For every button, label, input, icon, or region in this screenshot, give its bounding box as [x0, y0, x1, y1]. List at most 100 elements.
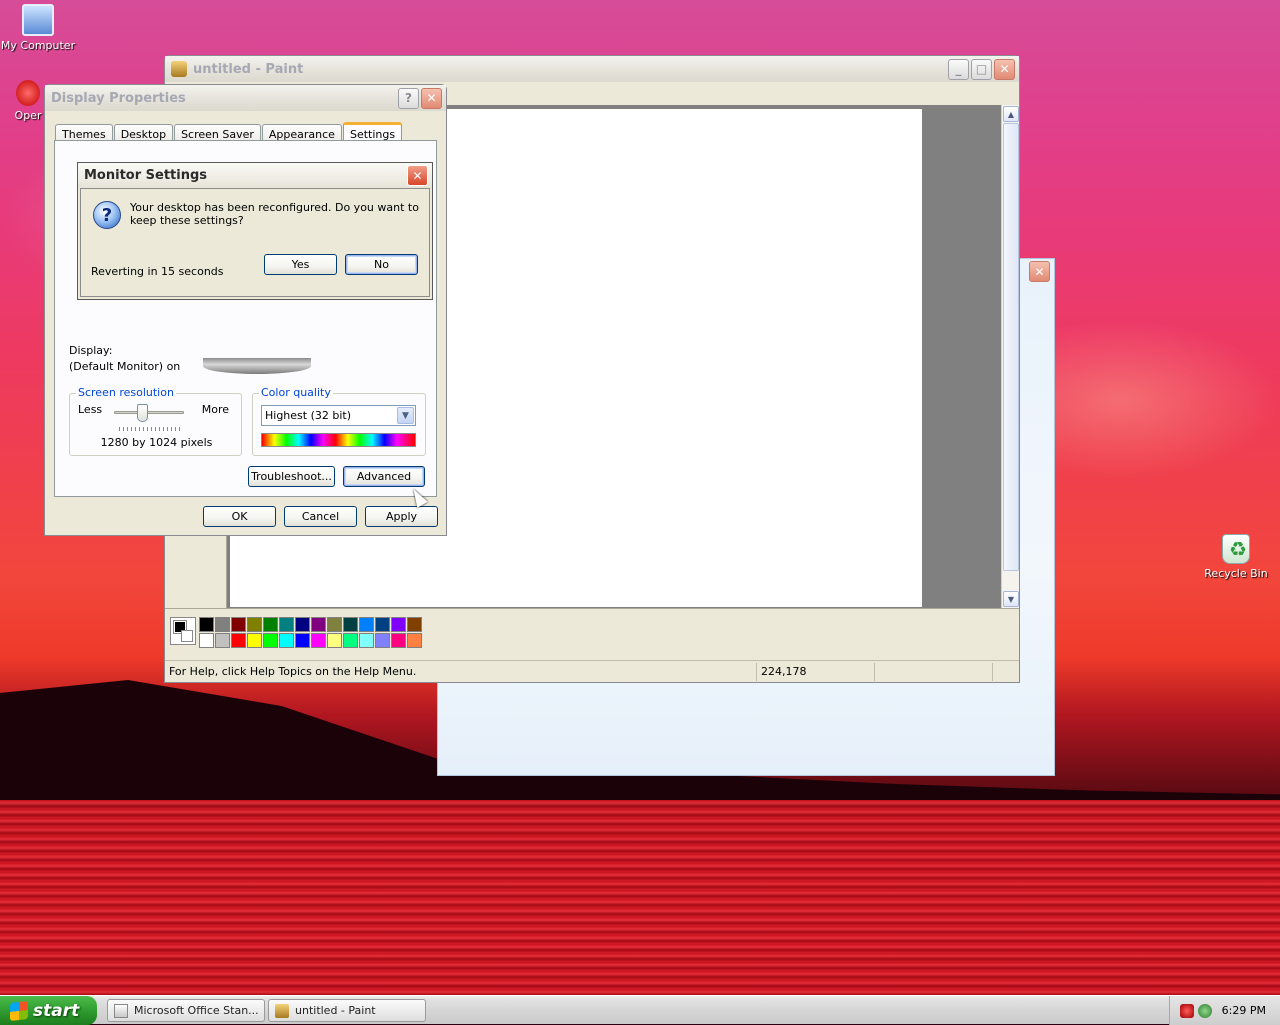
color-quality-group: Color quality Highest (32 bit) ▼ [252, 386, 426, 456]
network-icon[interactable] [1198, 1003, 1212, 1018]
window-title: Display Properties [51, 90, 186, 106]
desktop-icon-label: Oper [14, 109, 42, 122]
color-swatch[interactable] [263, 633, 278, 648]
recycle-bin-icon [1222, 534, 1250, 564]
computer-icon [22, 4, 54, 36]
taskbar-item-label: untitled - Paint [295, 1004, 376, 1017]
security-shield-icon[interactable] [1180, 1003, 1194, 1018]
color-swatch[interactable] [407, 617, 422, 632]
paint-titlebar[interactable]: untitled - Paint _ □ ✕ [165, 56, 1019, 82]
color-swatch[interactable] [247, 617, 262, 632]
color-swatch[interactable] [295, 617, 310, 632]
taskbar-item-label: Microsoft Office Stan... [134, 1004, 259, 1017]
dialog-body: ? Your desktop has been reconfigured. Do… [80, 188, 430, 297]
desktop-icon-label: Recycle Bin [1204, 567, 1268, 580]
scroll-down-button[interactable]: ▼ [1003, 591, 1019, 607]
chevron-down-icon[interactable]: ▼ [397, 407, 414, 424]
windows-logo-icon [10, 1000, 28, 1021]
color-swatch[interactable] [199, 633, 214, 648]
scroll-up-button[interactable]: ▲ [1003, 106, 1019, 122]
display-label: Display: [69, 344, 113, 357]
color-swatch[interactable] [391, 617, 406, 632]
status-help-text: For Help, click Help Topics on the Help … [165, 662, 757, 681]
color-swatch[interactable] [215, 633, 230, 648]
screen-resolution-label: Screen resolution [76, 386, 176, 399]
window-title: untitled - Paint [193, 61, 304, 77]
slider-ticks [119, 427, 183, 431]
resolution-slider-track[interactable] [114, 411, 184, 414]
minimize-icon: _ [955, 62, 962, 76]
color-swatch[interactable] [279, 617, 294, 632]
resolution-less-label: Less [78, 403, 103, 416]
color-swatch[interactable] [215, 617, 230, 632]
desktop-icon-recycle-bin[interactable]: Recycle Bin [1198, 534, 1274, 580]
color-swatch[interactable] [231, 633, 246, 648]
color-swatch[interactable] [279, 633, 294, 648]
close-button[interactable]: ✕ [994, 58, 1015, 80]
vertical-scrollbar[interactable]: ▲ ▼ [1001, 105, 1019, 608]
color-swatch[interactable] [247, 633, 262, 648]
desktop-icon-label: My Computer [0, 39, 76, 52]
status-size [875, 662, 993, 681]
help-button[interactable]: ? [398, 87, 419, 109]
status-bar: For Help, click Help Topics on the Help … [165, 660, 1019, 682]
desktop-icon-my-computer[interactable]: My Computer [0, 4, 76, 52]
ok-button[interactable]: OK [203, 506, 276, 527]
resolution-more-label: More [201, 403, 229, 416]
system-tray: 6:29 PM [1169, 996, 1280, 1025]
color-swatch[interactable] [327, 633, 342, 648]
yes-button[interactable]: Yes [264, 254, 337, 275]
color-swatch[interactable] [375, 617, 390, 632]
office-icon [114, 1003, 128, 1018]
paint-app-icon [171, 61, 187, 77]
swatch-grid [199, 617, 423, 649]
advanced-button[interactable]: Advanced [343, 466, 425, 487]
scroll-thumb[interactable] [1003, 123, 1019, 571]
maximize-button[interactable]: □ [971, 58, 992, 80]
close-button[interactable]: ✕ [407, 165, 428, 186]
color-swatch[interactable] [343, 633, 358, 648]
current-colors[interactable] [170, 617, 196, 645]
no-button[interactable]: No [345, 254, 418, 275]
color-quality-selected: Highest (32 bit) [265, 409, 352, 422]
maximize-icon: □ [975, 62, 988, 76]
color-palette [165, 608, 1019, 658]
color-swatch[interactable] [391, 633, 406, 648]
background-color [181, 630, 193, 642]
color-swatch[interactable] [359, 633, 374, 648]
monitor-settings-titlebar[interactable]: Monitor Settings ✕ [78, 163, 432, 188]
close-button[interactable]: ✕ [421, 87, 442, 109]
troubleshoot-button[interactable]: Troubleshoot... [248, 466, 335, 487]
color-swatch[interactable] [407, 633, 422, 648]
close-icon: ✕ [412, 168, 423, 183]
monitor-preview-stand [203, 358, 311, 374]
display-properties-titlebar[interactable]: Display Properties ? ✕ [45, 85, 446, 111]
color-swatch[interactable] [263, 617, 278, 632]
revert-countdown: Reverting in 15 seconds [91, 265, 224, 278]
color-quality-label: Color quality [259, 386, 333, 399]
color-swatch[interactable] [343, 617, 358, 632]
apply-button[interactable]: Apply [365, 506, 438, 527]
color-swatch[interactable] [327, 617, 342, 632]
taskbar-item-paint[interactable]: untitled - Paint [268, 999, 426, 1022]
taskbar-item-office[interactable]: Microsoft Office Stan... [107, 999, 265, 1022]
color-swatch[interactable] [375, 633, 390, 648]
cancel-button[interactable]: Cancel [284, 506, 357, 527]
close-button[interactable]: ✕ [1029, 261, 1050, 282]
resolution-slider-thumb[interactable] [137, 404, 148, 422]
color-swatch[interactable] [311, 633, 326, 648]
display-properties-window: Display Properties ? ✕ Themes Desktop Sc… [44, 84, 447, 536]
start-button[interactable]: start [0, 996, 97, 1025]
close-icon: ✕ [426, 91, 437, 105]
color-swatch[interactable] [311, 617, 326, 632]
clock[interactable]: 6:29 PM [1222, 1004, 1266, 1017]
color-swatch[interactable] [199, 617, 214, 632]
color-swatch[interactable] [295, 633, 310, 648]
minimize-button[interactable]: _ [948, 58, 969, 80]
color-swatch[interactable] [231, 617, 246, 632]
color-swatch[interactable] [359, 617, 374, 632]
color-quality-select[interactable]: Highest (32 bit) ▼ [261, 405, 416, 426]
start-label: start [33, 1000, 80, 1021]
resolution-value: 1280 by 1024 pixels [100, 436, 213, 449]
close-icon: ✕ [999, 62, 1010, 76]
